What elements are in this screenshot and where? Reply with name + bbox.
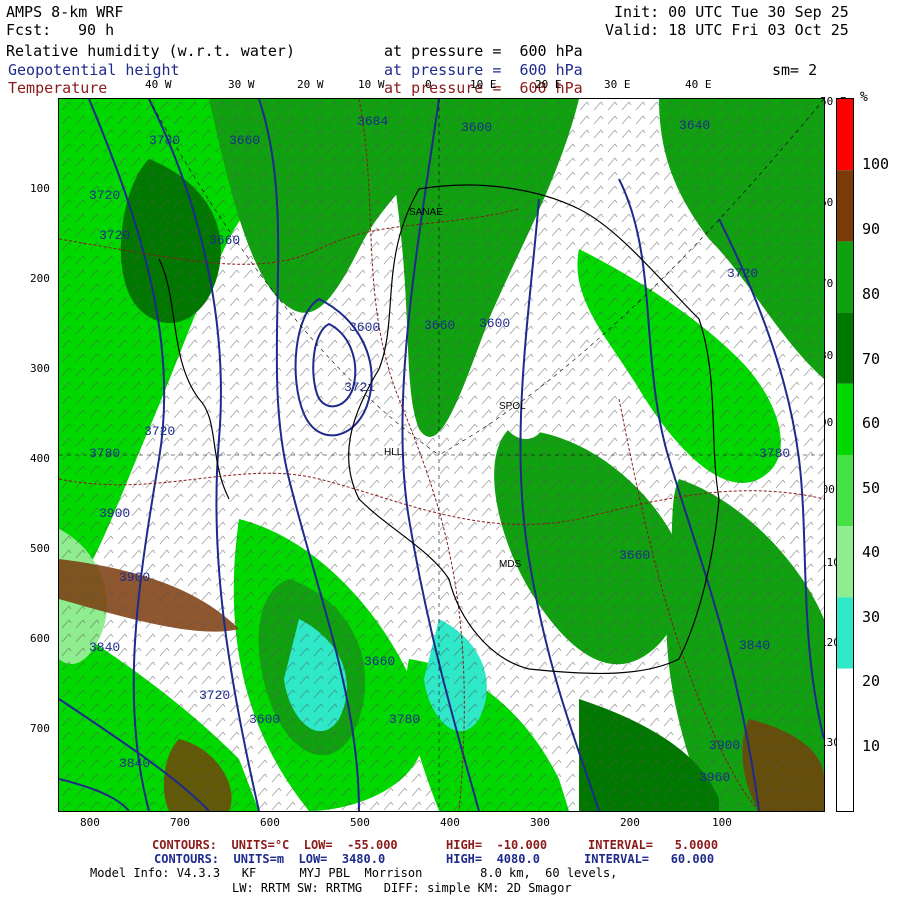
x-tick: 800 <box>80 816 100 829</box>
height-label: 3600 <box>479 316 510 331</box>
colorbar-segment <box>837 170 853 242</box>
colorbar-label: 20 <box>862 672 881 690</box>
y-tick: 100 <box>30 182 50 195</box>
lon-label: 30 E <box>604 78 631 91</box>
height-label: 3721 <box>344 380 375 395</box>
station-label: HLL <box>384 447 403 458</box>
height-label: 3600 <box>349 320 380 335</box>
station-label: SANAE <box>409 207 443 218</box>
colorbar-label: 40 <box>862 543 881 561</box>
colorbar-segment <box>837 241 853 313</box>
lon-label: 40 W <box>145 78 172 91</box>
lon-label: 30 W <box>228 78 255 91</box>
lon-label: 20 W <box>297 78 324 91</box>
x-tick: 400 <box>440 816 460 829</box>
height-label: 3900 <box>119 570 150 585</box>
height-label: 3660 <box>229 133 260 148</box>
height-label: 3660 <box>209 233 240 248</box>
footer-height-interval: INTERVAL= 60.000 <box>584 852 715 866</box>
height-label: 3780 <box>759 446 790 461</box>
height-label: 3900 <box>709 738 740 753</box>
colorbar-label: 70 <box>862 350 881 368</box>
x-tick: 300 <box>530 816 550 829</box>
y-tick: 600 <box>30 632 50 645</box>
footer-temp-interval: INTERVAL= 5.0000 <box>588 838 719 852</box>
height-label: 3840 <box>739 638 770 653</box>
colorbar-segment <box>837 383 853 455</box>
field-temp-name: Temperature <box>8 79 108 97</box>
footer-temp-contours: CONTOURS: UNITS=°C LOW= -55.000 <box>152 838 398 852</box>
height-label: 3780 <box>389 712 420 727</box>
station-label: MDS <box>499 559 522 570</box>
field-height-level: at pressure = 600 hPa <box>384 61 583 79</box>
height-label: 3684 <box>357 114 388 129</box>
footer-model-info: Model Info: V4.3.3 KF MYJ PBL Morrison 8… <box>90 866 618 880</box>
init-time: Init: 00 UTC Tue 30 Sep 25 <box>614 3 849 21</box>
smoothing-label: sm= 2 <box>772 61 818 79</box>
height-label: 3660 <box>424 318 455 333</box>
field-rh-name: Relative humidity (w.r.t. water) <box>6 42 295 60</box>
station-label: SPOL <box>499 401 526 412</box>
weather-map[interactable]: 3684 3600 3640 3660 3780 3720 3660 3720 … <box>58 98 825 812</box>
height-label: 3900 <box>99 506 130 521</box>
footer-height-contours: CONTOURS: UNITS=m LOW= 3480.0 <box>154 852 386 866</box>
colorbar-label: 10 <box>862 737 881 755</box>
lon-label: 0 <box>425 78 432 91</box>
height-label: 3600 <box>461 120 492 135</box>
y-tick: 700 <box>30 722 50 735</box>
colorbar-segment <box>837 526 853 598</box>
lon-label: 20 E <box>535 78 562 91</box>
height-label: 3960 <box>699 770 730 785</box>
colorbar-segment <box>837 668 853 740</box>
colorbar-segment <box>837 455 853 527</box>
height-label: 3720 <box>144 424 175 439</box>
height-label: 3840 <box>119 756 150 771</box>
lon-label: 10 E <box>470 78 497 91</box>
footer-physics-info: LW: RRTM SW: RRTMG DIFF: simple KM: 2D S… <box>232 881 572 895</box>
colorbar-label: 60 <box>862 414 881 432</box>
y-tick: 300 <box>30 362 50 375</box>
forecast-hour: 90 h <box>78 21 115 39</box>
field-height-name: Geopotential height <box>8 61 180 79</box>
x-tick: 500 <box>350 816 370 829</box>
colorbar-segment <box>837 739 853 811</box>
x-tick: 700 <box>170 816 190 829</box>
forecast-label: Fcst: <box>6 21 52 39</box>
x-tick: 100 <box>712 816 732 829</box>
valid-time: Valid: 18 UTC Fri 03 Oct 25 <box>605 21 849 39</box>
x-tick: 600 <box>260 816 280 829</box>
colorbar-label: 30 <box>862 608 881 626</box>
height-label: 3600 <box>249 712 280 727</box>
y-tick: 400 <box>30 452 50 465</box>
colorbar-unit: % <box>860 90 868 105</box>
colorbar <box>836 98 854 812</box>
height-label: 3660 <box>364 654 395 669</box>
model-title: AMPS 8-km WRF <box>6 3 124 21</box>
height-label: 3840 <box>89 640 120 655</box>
height-label: 3720 <box>727 266 758 281</box>
colorbar-label: 100 <box>862 155 890 173</box>
field-rh-level: at pressure = 600 hPa <box>384 42 583 60</box>
y-tick: 200 <box>30 272 50 285</box>
colorbar-label: 90 <box>862 220 881 238</box>
footer-height-high: HIGH= 4080.0 <box>446 852 540 866</box>
x-tick: 200 <box>620 816 640 829</box>
height-label: 3720 <box>89 188 120 203</box>
lon-label: 10 W <box>358 78 385 91</box>
height-label: 3640 <box>679 118 710 133</box>
colorbar-label: 80 <box>862 285 881 303</box>
colorbar-segment <box>837 312 853 384</box>
height-label: 3780 <box>89 446 120 461</box>
height-label: 3720 <box>199 688 230 703</box>
height-label: 3720 <box>99 228 130 243</box>
colorbar-label: 50 <box>862 479 881 497</box>
lon-label: 40 E <box>685 78 712 91</box>
y-tick: 500 <box>30 542 50 555</box>
colorbar-segment <box>837 99 853 171</box>
footer-temp-high: HIGH= -10.000 <box>446 838 548 852</box>
colorbar-segment <box>837 597 853 669</box>
height-label: 3660 <box>619 548 650 563</box>
height-label: 3780 <box>149 133 180 148</box>
